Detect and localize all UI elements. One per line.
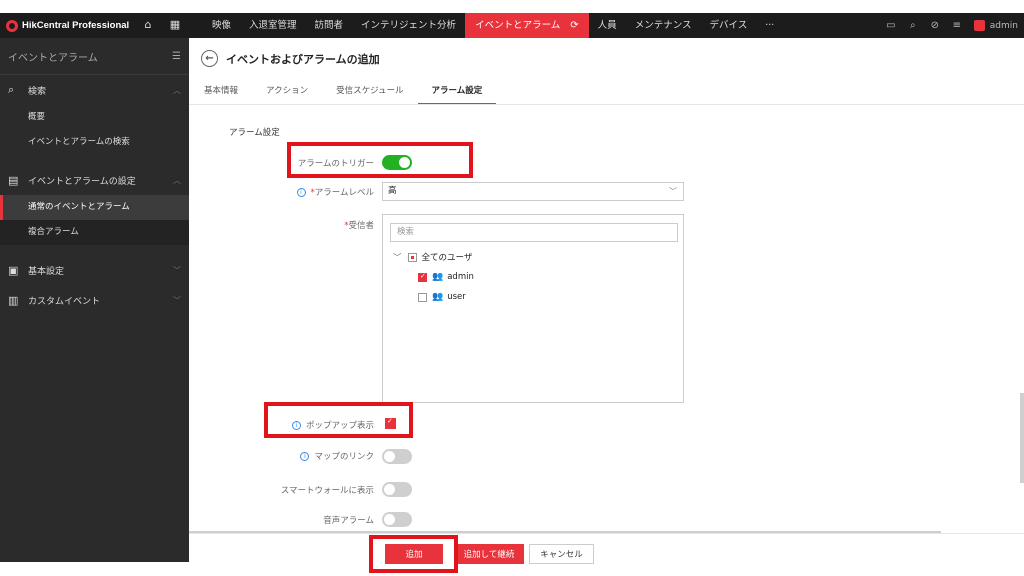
chevron-down-icon: ﹀: [669, 187, 677, 196]
tree-user-row[interactable]: 👥 user: [418, 292, 466, 302]
tab-receive-schedule[interactable]: 受信スケジュール: [322, 81, 417, 105]
sidebar-section-label: 基本設定: [28, 266, 65, 277]
menu-item-intelligent-analysis[interactable]: インテリジェント分析: [352, 13, 465, 38]
brand[interactable]: HikCentral Professional: [6, 18, 129, 33]
menu-item-event-alarm[interactable]: イベントとアラーム ⟳: [465, 13, 589, 38]
menu-item-person[interactable]: 人員: [589, 13, 626, 38]
info-icon[interactable]: i: [300, 452, 310, 461]
refresh-icon[interactable]: ⟳: [570, 20, 578, 31]
cancel-button[interactable]: キャンセル: [529, 544, 594, 564]
highlight-box-add: [369, 535, 458, 573]
sidebar-header: イベントとアラーム ☰: [0, 38, 189, 75]
alarm-level-label-text: アラームレベル: [314, 188, 374, 198]
user-group-icon: 👥: [432, 292, 444, 302]
menu-item-maintenance[interactable]: メンテナンス: [626, 13, 701, 38]
settings-panel-icon: ▣: [8, 263, 19, 277]
tab-divider: [189, 104, 1024, 105]
main-menu: 映像 入退室管理 訪問者 インテリジェント分析 イベントとアラーム ⟳ 人員 メン…: [203, 13, 783, 38]
alarm-level-value: 高: [388, 186, 397, 196]
recipients-label-text: 受信者: [348, 221, 374, 231]
tab-basic-info[interactable]: 基本情報: [204, 81, 252, 105]
collapse-menu-icon[interactable]: ☰: [172, 51, 181, 62]
sidebar-title: イベントとアラーム: [8, 52, 98, 64]
vertical-scrollbar[interactable]: [1020, 393, 1024, 483]
brand-name: HikCentral Professional: [22, 20, 130, 31]
menu-item-visitor[interactable]: 訪問者: [306, 13, 353, 38]
tree-user-row[interactable]: 👥 admin: [418, 272, 474, 282]
app-window: HikCentral Professional ⌂ ▦ 映像 入退室管理 訪問者…: [0, 13, 1024, 573]
highlight-box-popup: [264, 402, 413, 438]
chevron-down-icon: ﹀: [173, 265, 181, 275]
menu-item-video[interactable]: 映像: [203, 13, 240, 38]
sidebar-section-label: イベントとアラームの設定: [28, 176, 136, 187]
tab-alarm-settings[interactable]: アラーム設定: [417, 81, 497, 105]
home-icon[interactable]: ⌂: [141, 18, 155, 32]
user-checkbox-admin[interactable]: [418, 272, 427, 282]
task-list-icon[interactable]: ≡: [946, 20, 968, 31]
alarm-level-label: i *アラームレベル: [296, 186, 374, 198]
user-group-icon: 👥: [432, 272, 444, 282]
chevron-down-icon: ﹀: [173, 295, 181, 305]
user-name[interactable]: admin: [990, 21, 1024, 31]
recipients-label: *受信者: [344, 219, 374, 231]
user-name-admin: admin: [447, 272, 474, 282]
building-icon: ▤: [8, 173, 19, 187]
chevron-up-icon: ︿: [173, 175, 181, 185]
sidebar-section-event-settings[interactable]: ▤ イベントとアラームの設定 ︿: [0, 165, 189, 195]
sidebar-section-label: カスタムイベント: [28, 296, 101, 307]
footer-bar: 追加 追加して継続 キャンセル: [189, 533, 1024, 573]
audio-alarm-label: 音声アラーム: [323, 516, 374, 526]
menu-item-event-alarm-label: イベントとアラーム: [475, 20, 561, 31]
recipients-search-input[interactable]: 検索: [390, 223, 678, 242]
grid-icon[interactable]: ▦: [168, 18, 182, 32]
sidebar-section-label: 検索: [28, 86, 47, 97]
recipients-box: 検索 ﹀ 全てのユーザ 👥 admin 👥 user: [382, 214, 684, 403]
brand-logo-icon: [6, 19, 18, 32]
sidebar-item-normal-event-alarm[interactable]: 通常のイベントとアラーム: [0, 195, 189, 220]
audio-alarm-toggle[interactable]: [382, 512, 412, 527]
sidebar-item-overview[interactable]: 概要: [0, 105, 189, 130]
tree-root-checkbox[interactable]: [407, 252, 417, 262]
menu-item-more[interactable]: ···: [756, 13, 783, 38]
tab-bar: 基本情報 アクション 受信スケジュール アラーム設定: [204, 81, 497, 105]
map-link-toggle[interactable]: [382, 449, 412, 464]
chevron-down-icon[interactable]: ﹀: [393, 251, 402, 263]
main-content: ← イベントおよびアラームの追加 基本情報 アクション 受信スケジュール アラー…: [189, 38, 1024, 573]
user-name-user: user: [447, 292, 466, 302]
top-bar: HikCentral Professional ⌂ ▦ 映像 入退室管理 訪問者…: [0, 13, 1024, 38]
user-checkbox-user[interactable]: [418, 292, 427, 302]
page-title: イベントおよびアラームの追加: [226, 52, 380, 66]
menu-item-device[interactable]: デバイス: [701, 13, 757, 38]
map-link-label: i マップのリンク: [300, 450, 374, 462]
smartwall-toggle[interactable]: [382, 482, 412, 497]
search-icon[interactable]: ⌕: [902, 20, 924, 31]
alarm-level-select[interactable]: 高 ﹀: [382, 182, 684, 201]
folder-icon[interactable]: ▭: [880, 20, 902, 31]
document-icon: ▥: [8, 293, 19, 307]
tree-root-row[interactable]: ﹀ 全てのユーザ: [393, 251, 472, 263]
section-title: アラーム設定: [229, 128, 280, 138]
chevron-up-icon: ︿: [173, 85, 181, 95]
sidebar: イベントとアラーム ☰ ⌕ 検索 ︿ 概要 イベントとアラームの検索 ▤ イベン…: [0, 38, 189, 562]
smartwall-label: スマートウォールに表示: [280, 486, 374, 496]
add-and-continue-button[interactable]: 追加して継続: [454, 544, 524, 564]
highlight-box-trigger: [287, 142, 473, 178]
alert-avatar-icon[interactable]: [973, 20, 985, 31]
search-icon: ⌕: [8, 83, 15, 96]
menu-item-access-control[interactable]: 入退室管理: [240, 13, 306, 38]
sidebar-section-basic-settings[interactable]: ▣ 基本設定 ﹀: [0, 255, 189, 285]
map-link-label-text: マップのリンク: [314, 452, 374, 462]
compass-icon[interactable]: ⊘: [924, 20, 946, 31]
tree-root-label: 全てのユーザ: [421, 253, 473, 263]
page-header: ← イベントおよびアラームの追加: [201, 50, 380, 67]
sidebar-item-combined-alarm[interactable]: 複合アラーム: [0, 220, 189, 245]
tab-action[interactable]: アクション: [252, 81, 322, 105]
sidebar-item-event-search[interactable]: イベントとアラームの検索: [0, 130, 189, 155]
sidebar-section-custom-event[interactable]: ▥ カスタムイベント ﹀: [0, 285, 189, 315]
top-right-icons: ▭ ⌕ ⊘ ≡ admin: [880, 13, 1024, 38]
back-arrow-icon[interactable]: ←: [201, 50, 218, 67]
info-icon[interactable]: i: [296, 188, 306, 197]
sidebar-section-search[interactable]: ⌕ 検索 ︿: [0, 75, 189, 105]
